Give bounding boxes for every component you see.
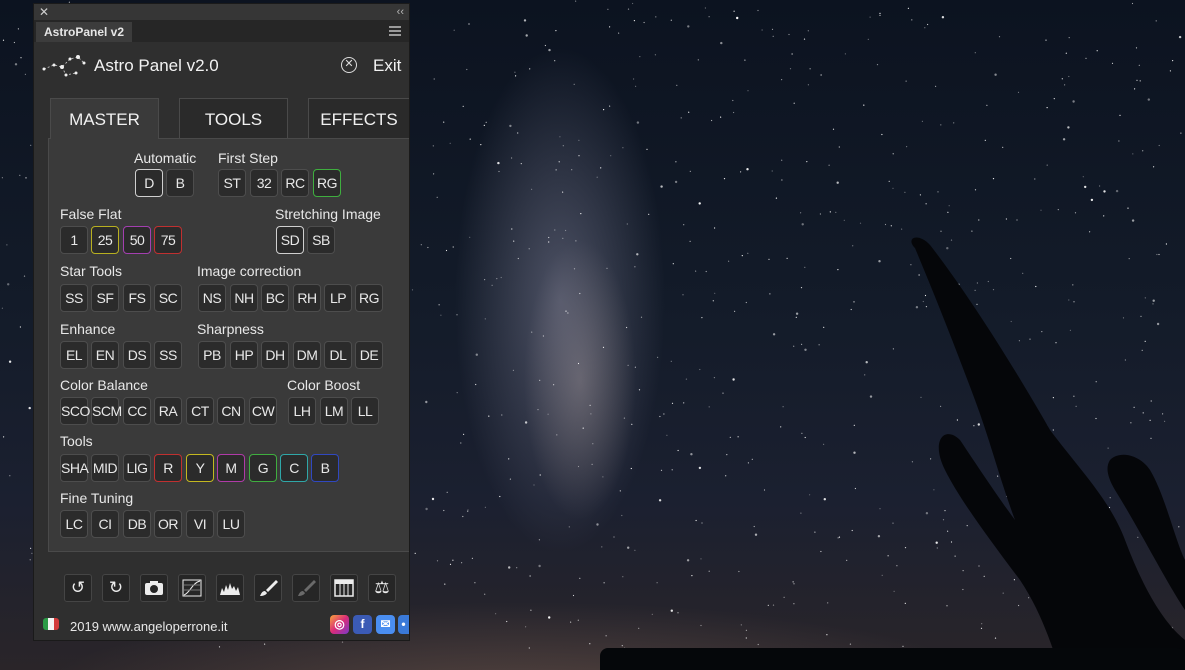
share-icon[interactable]: • (398, 615, 409, 634)
brush-dark-icon[interactable] (292, 574, 320, 602)
btn-balance-ra[interactable]: RA (154, 397, 182, 425)
histogram-icon[interactable] (216, 574, 244, 602)
star-tools-label: Star Tools (60, 263, 122, 279)
btn-fine-or[interactable]: OR (154, 510, 182, 538)
btn-sharpness-de[interactable]: DE (355, 341, 383, 369)
brush-icon[interactable] (254, 574, 282, 602)
constellation-logo-icon (42, 55, 86, 77)
btn-tools-c[interactable]: C (280, 454, 308, 482)
panel-titlebar: ✕ ‹‹ (34, 4, 409, 20)
btn-sharpness-dh[interactable]: DH (261, 341, 289, 369)
instagram-icon[interactable]: ◎ (330, 615, 349, 634)
btn-fine-lu[interactable]: LU (217, 510, 245, 538)
btn-boost-lh[interactable]: LH (288, 397, 316, 425)
btn-star-ss[interactable]: SS (60, 284, 88, 312)
btn-enhance-en[interactable]: EN (91, 341, 119, 369)
btn-false-flat-25[interactable]: 25 (91, 226, 119, 254)
enhance-label: Enhance (60, 321, 116, 337)
tab-effects[interactable]: EFFECTS (308, 98, 409, 138)
btn-tools-m[interactable]: M (217, 454, 245, 482)
btn-first-step-rc[interactable]: RC (281, 169, 309, 197)
btn-enhance-ds[interactable]: DS (123, 341, 151, 369)
btn-fine-lc[interactable]: LC (60, 510, 88, 538)
btn-correction-rg[interactable]: RG (355, 284, 383, 312)
btn-balance-scm[interactable]: SCM (91, 397, 122, 425)
btn-fine-ci[interactable]: CI (91, 510, 119, 538)
btn-sharpness-dl[interactable]: DL (324, 341, 352, 369)
btn-tools-r[interactable]: R (154, 454, 182, 482)
btn-sharpness-dm[interactable]: DM (293, 341, 321, 369)
btn-stretching-sd[interactable]: SD (276, 226, 304, 254)
btn-fine-db[interactable]: DB (123, 510, 151, 538)
close-icon[interactable]: ✕ (39, 5, 49, 19)
btn-sharpness-hp[interactable]: HP (230, 341, 258, 369)
btn-enhance-el[interactable]: EL (60, 341, 88, 369)
collapse-icon[interactable]: ‹‹ (397, 5, 404, 19)
btn-correction-lp[interactable]: LP (324, 284, 352, 312)
btn-tools-lig[interactable]: LIG (123, 454, 151, 482)
btn-tools-mid[interactable]: MID (91, 454, 119, 482)
exit-button[interactable]: Exit (373, 56, 401, 76)
btn-correction-bc[interactable]: BC (261, 284, 289, 312)
fine-tuning-label: Fine Tuning (60, 490, 134, 506)
curves-icon[interactable] (178, 574, 206, 602)
btn-correction-rh[interactable]: RH (293, 284, 321, 312)
btn-tools-sha[interactable]: SHA (60, 454, 89, 482)
italy-flag-icon (43, 618, 59, 630)
btn-boost-lm[interactable]: LM (320, 397, 348, 425)
btn-balance-sco[interactable]: SCO (60, 397, 90, 425)
stretching-label: Stretching Image (275, 206, 381, 222)
camera-icon[interactable] (140, 574, 168, 602)
btn-automatic-b[interactable]: B (166, 169, 194, 197)
btn-balance-cw[interactable]: CW (249, 397, 277, 425)
btn-false-flat-1[interactable]: 1 (60, 226, 88, 254)
btn-fine-vi[interactable]: VI (186, 510, 214, 538)
app-title: Astro Panel v2.0 (94, 56, 219, 75)
sharpness-label: Sharpness (197, 321, 264, 337)
btn-correction-nh[interactable]: NH (230, 284, 258, 312)
color-boost-label: Color Boost (287, 377, 361, 393)
facebook-icon[interactable]: f (353, 615, 372, 634)
menu-icon[interactable] (389, 26, 401, 36)
btn-star-sc[interactable]: SC (154, 284, 182, 312)
exit-icon[interactable]: ✕ (341, 57, 357, 73)
btn-correction-ns[interactable]: NS (198, 284, 226, 312)
mail-icon[interactable]: ✉ (376, 615, 395, 634)
footer-website[interactable]: 2019 www.angeloperrone.it (70, 619, 228, 634)
btn-stretching-sb[interactable]: SB (307, 226, 335, 254)
image-correction-label: Image correction (197, 263, 302, 279)
btn-balance-ct[interactable]: CT (186, 397, 214, 425)
tab-master[interactable]: MASTER (50, 98, 159, 139)
false-flat-label: False Flat (60, 206, 122, 222)
tools-label: Tools (60, 433, 93, 449)
btn-false-flat-75[interactable]: 75 (154, 226, 182, 254)
btn-first-step-32[interactable]: 32 (250, 169, 278, 197)
panel-tab[interactable]: AstroPanel v2 (36, 22, 133, 42)
btn-tools-y[interactable]: Y (186, 454, 214, 482)
panel-tabstrip: AstroPanel v2 (34, 20, 409, 42)
filmstrip-icon[interactable] (330, 574, 358, 602)
btn-automatic-d[interactable]: D (135, 169, 163, 197)
btn-tools-g[interactable]: G (249, 454, 277, 482)
tab-tools[interactable]: TOOLS (179, 98, 288, 138)
btn-sharpness-pb[interactable]: PB (198, 341, 226, 369)
first-step-label: First Step (218, 150, 278, 166)
btn-balance-cn[interactable]: CN (217, 397, 245, 425)
undo-icon[interactable]: ↺ (64, 574, 92, 602)
btn-first-step-rg[interactable]: RG (313, 169, 341, 197)
btn-false-flat-50[interactable]: 50 (123, 226, 151, 254)
btn-tools-b[interactable]: B (311, 454, 339, 482)
automatic-label: Automatic (134, 150, 197, 166)
btn-enhance-ss[interactable]: SS (154, 341, 182, 369)
treeline-silhouette (600, 648, 1185, 670)
redo-icon[interactable]: ↻ (102, 574, 130, 602)
btn-boost-ll[interactable]: LL (351, 397, 379, 425)
color-balance-label: Color Balance (60, 377, 148, 393)
astropanel-window: ✕ ‹‹ AstroPanel v2 Astro Panel v2.0 ✕ Ex… (33, 3, 410, 641)
btn-star-sf[interactable]: SF (91, 284, 119, 312)
balance-scale-icon[interactable]: ⚖ (368, 574, 396, 602)
btn-balance-cc[interactable]: CC (123, 397, 151, 425)
btn-star-fs[interactable]: FS (123, 284, 151, 312)
btn-first-step-st[interactable]: ST (218, 169, 246, 197)
